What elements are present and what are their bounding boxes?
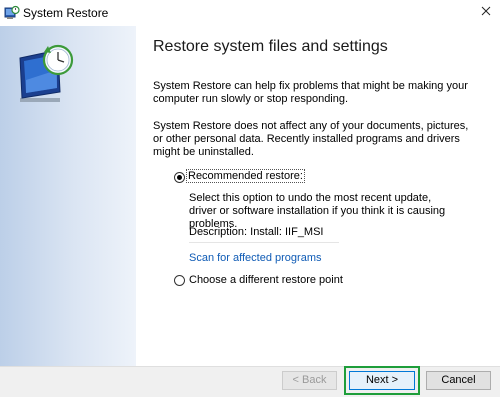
divider [189,242,339,243]
restore-computer-icon [14,40,80,106]
cancel-button[interactable]: Cancel [426,371,491,390]
button-bar [0,366,500,397]
note-text: System Restore does not affect any of yo… [153,120,469,158]
restore-description: Description: Install: IIF_MSI [189,226,324,238]
recommended-restore-radio[interactable] [174,172,185,183]
back-button[interactable]: < Back [282,371,337,390]
different-restore-point-label[interactable]: Choose a different restore point [189,274,343,286]
title-bar: System Restore [0,0,500,26]
page-heading: Restore system files and settings [153,38,388,55]
close-icon[interactable] [478,3,494,19]
next-label: Next [365,374,389,386]
next-button[interactable]: Next > [349,371,415,390]
intro-text: System Restore can help fix problems tha… [153,80,468,105]
side-banner [0,26,136,366]
back-label: Back [302,374,327,386]
recommended-restore-label[interactable]: Recommended restore: [186,169,305,183]
window-title: System Restore [23,6,109,20]
system-restore-icon [4,5,20,21]
scan-affected-programs-link[interactable]: Scan for affected programs [189,252,321,264]
different-restore-point-radio[interactable] [174,275,185,286]
